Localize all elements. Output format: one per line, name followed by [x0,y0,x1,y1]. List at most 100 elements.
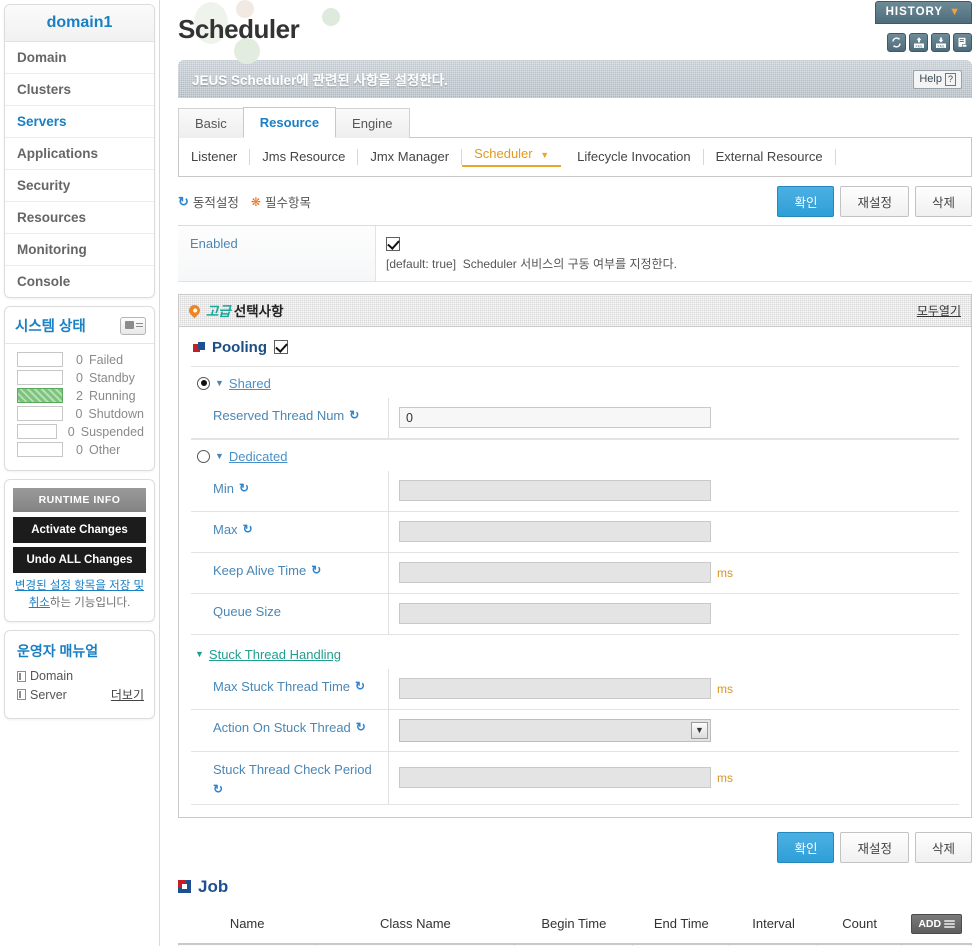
dedicated-radio[interactable] [197,449,210,463]
status-count-suspended: 0 [67,424,75,439]
sidebar-item-clusters[interactable]: Clusters [5,74,154,106]
page-title: Scheduler [178,14,300,44]
manual-more-link[interactable]: 더보기 [111,686,144,703]
actions-note: 변경된 설정 항목을 저장 및 취소하는 기능입니다. [13,578,146,611]
system-status-panel: 시스템 상태 0 Failed 0 Standby 2 Running 0 Sh… [4,306,155,471]
column-header-name: Name [178,904,316,945]
confirm-button-bottom[interactable]: 확인 [777,831,835,863]
queue-size-input[interactable] [399,603,711,625]
pooling-label: Pooling [212,338,267,356]
legend-dynamic: ↻ 동적설정 [178,192,239,211]
action-on-stuck-thread-label: Action On Stuck Thread ↻ [191,709,389,751]
refresh-small-icon: ↻ [242,521,253,536]
subnav-item-listener[interactable]: Listener [191,148,251,165]
shared-label[interactable]: Shared [229,376,271,391]
keep-alive-time-value: ms [389,553,959,593]
sidebar-item-domain[interactable]: Domain [5,42,154,74]
document-icon [17,670,26,682]
tab-engine[interactable]: Engine [335,108,410,138]
dedicated-label[interactable]: Dedicated [229,449,288,464]
stuck-thread-handling-label[interactable]: Stuck Thread Handling [209,647,341,662]
reserved-thread-num-input[interactable]: 0 [399,407,711,429]
reserved-thread-num-label: Reserved Thread Num ↻ [191,397,389,438]
confirm-button[interactable]: 확인 [777,186,835,217]
subnav-item-external-resource[interactable]: External Resource [704,148,836,165]
delete-button[interactable]: 삭제 [914,186,972,217]
status-count-running: 2 [76,388,83,403]
help-button[interactable]: Help ? [913,69,962,89]
add-icon [944,919,956,929]
sidebar-item-servers[interactable]: Servers [5,106,154,138]
stuck-thread-handling-header[interactable]: ▼ Stuck Thread Handling [191,635,959,669]
stuck-thread-check-period-input[interactable] [399,767,711,789]
undo-all-changes-button[interactable]: Undo ALL Changes [13,547,146,573]
status-label-running: Running [89,388,136,403]
manual-title: 운영자 매뉴얼 [17,643,99,660]
manual-item-domain[interactable]: Domain [17,669,144,683]
system-status-header: 시스템 상태 [5,307,154,344]
sidebar-item-applications[interactable]: Applications [5,138,154,170]
enabled-row: Enabled [default: true] Scheduler 서비스의 구… [178,226,972,282]
chevron-down-icon: ▼ [691,721,708,739]
description-text: JEUS Scheduler에 관련된 사항을 설정한다. [192,73,448,88]
enabled-checkbox[interactable] [386,236,400,251]
reserved-thread-num-label-text: Reserved Thread Num [213,407,345,423]
status-bar-running [17,388,63,403]
sidebar-item-console[interactable]: Console [5,266,154,297]
keep-alive-time-input[interactable] [399,562,711,584]
job-section-header: Job [178,877,972,897]
tab-basic[interactable]: Basic [178,108,244,138]
min-input[interactable] [399,480,711,502]
min-label-text: Min [213,480,234,496]
delete-button-bottom[interactable]: 삭제 [914,831,972,863]
sidebar-item-monitoring[interactable]: Monitoring [5,234,154,266]
subnav-item-jms-resource[interactable]: Jms Resource [250,148,359,165]
status-count-standby: 0 [76,370,83,385]
sidebar-item-security[interactable]: Security [5,170,154,202]
job-title: Job [198,876,229,896]
document-icon [17,689,26,701]
monitor-icon[interactable] [120,316,146,335]
legend-dynamic-label: 동적설정 [192,196,239,210]
max-label-text: Max [213,521,238,537]
reset-button[interactable]: 재설정 [840,186,909,217]
actions-note-tail: 하는 기능입니다. [49,596,131,609]
tab-resource[interactable]: Resource [242,107,337,138]
job-table-header-row: Name Class Name Begin Time End Time Inte… [178,904,972,945]
subnav-item-lifecycle-invocation[interactable]: Lifecycle Invocation [565,148,704,165]
max-stuck-thread-time-unit: ms [717,681,733,696]
subnav-item-jmx-manager[interactable]: Jmx Manager [358,148,463,165]
max-input[interactable] [399,521,711,543]
action-on-stuck-thread-value: ▼ [389,710,959,751]
status-count-failed: 0 [76,352,83,367]
activate-changes-button[interactable]: Activate Changes [13,517,146,543]
description-banner: JEUS Scheduler에 관련된 사항을 설정한다. Help ? [178,60,972,98]
shared-radio[interactable] [197,376,210,390]
subnav-item-scheduler[interactable]: Scheduler ▼ [462,146,562,167]
keep-alive-time-label: Keep Alive Time ↻ [191,552,389,593]
page-header: Scheduler HISTORY ▼ XML XML [160,0,980,64]
column-header-count: Count [817,904,902,945]
refresh-small-icon: ↻ [355,678,366,693]
enabled-section: Enabled [default: true] Scheduler 서비스의 구… [178,225,972,282]
action-on-stuck-thread-select[interactable]: ▼ [399,718,711,742]
pooling-header: Pooling [191,337,959,366]
add-job-button[interactable]: ADD [911,913,963,934]
max-stuck-thread-time-label: Max Stuck Thread Time ↻ [191,668,389,709]
shared-option-row[interactable]: ▼ Shared [191,365,959,398]
dedicated-option-row[interactable]: ▼ Dedicated [191,438,959,471]
max-stuck-thread-time-row: Max Stuck Thread Time ↻ ms [191,668,959,710]
stuck-thread-check-period-label-text: Stuck Thread Check Period [213,761,372,777]
tab-bar: Basic Resource Engine [178,106,972,138]
asterisk-icon: ❋ [250,194,261,209]
pooling-checkbox[interactable] [274,340,288,355]
manual-item-server[interactable]: Server 더보기 [17,686,144,703]
reset-button-bottom[interactable]: 재설정 [840,831,909,863]
max-stuck-thread-time-input[interactable] [399,678,711,700]
runtime-info-button[interactable]: RUNTIME INFO [13,488,146,512]
refresh-small-icon: ↻ [178,193,189,209]
reserved-thread-num-value: 0 [389,398,959,438]
sidebar-item-resources[interactable]: Resources [5,202,154,234]
status-bar-suspended [17,424,57,439]
open-all-link[interactable]: 모두열기 [917,302,961,319]
